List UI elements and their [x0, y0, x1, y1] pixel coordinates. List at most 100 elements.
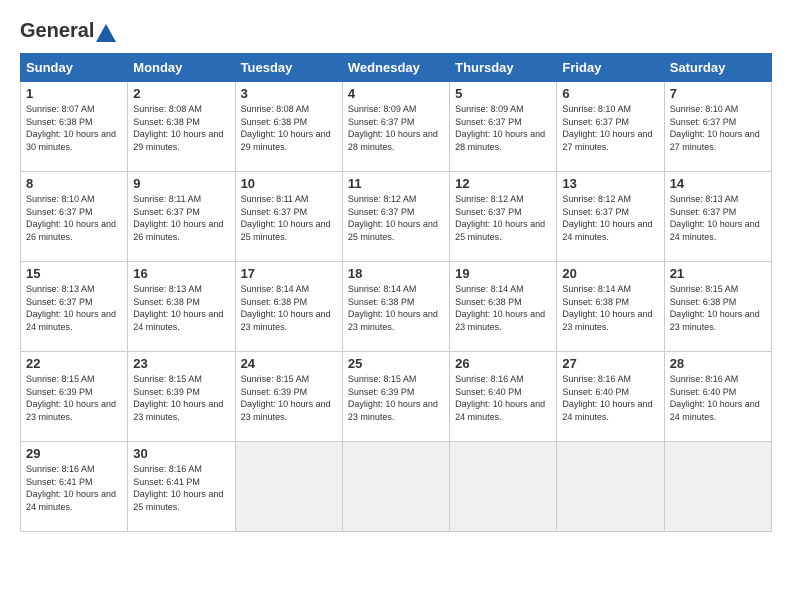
logo-general: General — [20, 20, 94, 42]
day-number: 9 — [133, 176, 229, 191]
day-number: 22 — [26, 356, 122, 371]
day-info: Sunrise: 8:15 AMSunset: 6:39 PMDaylight:… — [26, 373, 122, 423]
header: General — [20, 20, 772, 43]
day-number: 19 — [455, 266, 551, 281]
day-number: 25 — [348, 356, 444, 371]
calendar-cell — [450, 442, 557, 532]
calendar-week-2: 15 Sunrise: 8:13 AMSunset: 6:37 PMDayligh… — [21, 262, 772, 352]
calendar-cell — [664, 442, 771, 532]
day-number: 28 — [670, 356, 766, 371]
day-info: Sunrise: 8:14 AMSunset: 6:38 PMDaylight:… — [348, 283, 444, 333]
day-number: 10 — [241, 176, 337, 191]
day-info: Sunrise: 8:13 AMSunset: 6:37 PMDaylight:… — [670, 193, 766, 243]
calendar-cell: 14Sunrise: 8:13 AMSunset: 6:37 PMDayligh… — [664, 172, 771, 262]
day-number: 26 — [455, 356, 551, 371]
weekday-header-wednesday: Wednesday — [342, 54, 449, 82]
day-number: 27 — [562, 356, 658, 371]
logo-text: General — [20, 20, 116, 43]
day-number: 7 — [670, 86, 766, 101]
day-number: 17 — [241, 266, 337, 281]
day-info: Sunrise: 8:13 AMSunset: 6:38 PMDaylight:… — [133, 283, 229, 333]
calendar-cell — [342, 442, 449, 532]
calendar-cell — [557, 442, 664, 532]
day-number: 21 — [670, 266, 766, 281]
day-info: Sunrise: 8:14 AMSunset: 6:38 PMDaylight:… — [241, 283, 337, 333]
calendar-cell: 25 Sunrise: 8:15 AMSunset: 6:39 PMDayligh… — [342, 352, 449, 442]
calendar-cell: 2 Sunrise: 8:08 AMSunset: 6:38 PMDaylight… — [128, 82, 235, 172]
weekday-header-row: SundayMondayTuesdayWednesdayThursdayFrid… — [21, 54, 772, 82]
calendar-cell: 11 Sunrise: 8:12 AMSunset: 6:37 PMDayligh… — [342, 172, 449, 262]
day-info: Sunrise: 8:09 AMSunset: 6:37 PMDaylight:… — [348, 103, 444, 153]
day-number: 2 — [133, 86, 229, 101]
calendar-cell: 22 Sunrise: 8:15 AMSunset: 6:39 PMDayligh… — [21, 352, 128, 442]
day-info: Sunrise: 8:07 AMSunset: 6:38 PMDaylight:… — [26, 103, 122, 153]
day-info: Sunrise: 8:08 AMSunset: 6:38 PMDaylight:… — [133, 103, 229, 153]
day-number: 18 — [348, 266, 444, 281]
calendar-cell: 21 Sunrise: 8:15 AMSunset: 6:38 PMDayligh… — [664, 262, 771, 352]
calendar-cell: 12 Sunrise: 8:12 AMSunset: 6:37 PMDayligh… — [450, 172, 557, 262]
calendar-cell: 27 Sunrise: 8:16 AMSunset: 6:40 PMDayligh… — [557, 352, 664, 442]
calendar-week-1: 8Sunrise: 8:10 AMSunset: 6:37 PMDaylight… — [21, 172, 772, 262]
day-number: 12 — [455, 176, 551, 191]
calendar-cell: 20Sunrise: 8:14 AMSunset: 6:38 PMDayligh… — [557, 262, 664, 352]
day-info: Sunrise: 8:16 AMSunset: 6:40 PMDaylight:… — [562, 373, 658, 423]
weekday-header-tuesday: Tuesday — [235, 54, 342, 82]
day-number: 8 — [26, 176, 122, 191]
day-number: 6 — [562, 86, 658, 101]
day-info: Sunrise: 8:11 AMSunset: 6:37 PMDaylight:… — [133, 193, 229, 243]
day-info: Sunrise: 8:11 AMSunset: 6:37 PMDaylight:… — [241, 193, 337, 243]
day-number: 23 — [133, 356, 229, 371]
calendar-cell: 5 Sunrise: 8:09 AMSunset: 6:37 PMDaylight… — [450, 82, 557, 172]
weekday-header-saturday: Saturday — [664, 54, 771, 82]
day-number: 16 — [133, 266, 229, 281]
day-info: Sunrise: 8:10 AMSunset: 6:37 PMDaylight:… — [562, 103, 658, 153]
day-info: Sunrise: 8:15 AMSunset: 6:39 PMDaylight:… — [348, 373, 444, 423]
day-info: Sunrise: 8:13 AMSunset: 6:37 PMDaylight:… — [26, 283, 122, 333]
calendar-week-0: 1 Sunrise: 8:07 AMSunset: 6:38 PMDaylight… — [21, 82, 772, 172]
calendar-cell: 13 Sunrise: 8:12 AMSunset: 6:37 PMDayligh… — [557, 172, 664, 262]
calendar-cell — [235, 442, 342, 532]
day-info: Sunrise: 8:09 AMSunset: 6:37 PMDaylight:… — [455, 103, 551, 153]
day-number: 29 — [26, 446, 122, 461]
day-info: Sunrise: 8:16 AMSunset: 6:40 PMDaylight:… — [455, 373, 551, 423]
day-info: Sunrise: 8:16 AMSunset: 6:41 PMDaylight:… — [26, 463, 122, 513]
day-number: 1 — [26, 86, 122, 101]
calendar-cell: 29 Sunrise: 8:16 AMSunset: 6:41 PMDayligh… — [21, 442, 128, 532]
logo: General — [20, 20, 116, 43]
day-number: 11 — [348, 176, 444, 191]
calendar-cell: 15 Sunrise: 8:13 AMSunset: 6:37 PMDayligh… — [21, 262, 128, 352]
calendar-cell: 1 Sunrise: 8:07 AMSunset: 6:38 PMDaylight… — [21, 82, 128, 172]
calendar-cell: 23 Sunrise: 8:15 AMSunset: 6:39 PMDayligh… — [128, 352, 235, 442]
calendar-cell: 10 Sunrise: 8:11 AMSunset: 6:37 PMDayligh… — [235, 172, 342, 262]
day-info: Sunrise: 8:12 AMSunset: 6:37 PMDaylight:… — [455, 193, 551, 243]
calendar-cell: 24Sunrise: 8:15 AMSunset: 6:39 PMDayligh… — [235, 352, 342, 442]
calendar-cell: 19Sunrise: 8:14 AMSunset: 6:38 PMDayligh… — [450, 262, 557, 352]
weekday-header-friday: Friday — [557, 54, 664, 82]
day-number: 30 — [133, 446, 229, 461]
day-info: Sunrise: 8:08 AMSunset: 6:38 PMDaylight:… — [241, 103, 337, 153]
day-info: Sunrise: 8:12 AMSunset: 6:37 PMDaylight:… — [348, 193, 444, 243]
calendar-cell: 4Sunrise: 8:09 AMSunset: 6:37 PMDaylight… — [342, 82, 449, 172]
logo-icon — [96, 24, 116, 42]
weekday-header-sunday: Sunday — [21, 54, 128, 82]
day-info: Sunrise: 8:15 AMSunset: 6:38 PMDaylight:… — [670, 283, 766, 333]
calendar-cell: 18 Sunrise: 8:14 AMSunset: 6:38 PMDayligh… — [342, 262, 449, 352]
calendar-cell: 17 Sunrise: 8:14 AMSunset: 6:38 PMDayligh… — [235, 262, 342, 352]
calendar-cell: 16 Sunrise: 8:13 AMSunset: 6:38 PMDayligh… — [128, 262, 235, 352]
calendar-cell: 6 Sunrise: 8:10 AMSunset: 6:37 PMDaylight… — [557, 82, 664, 172]
calendar-cell: 8Sunrise: 8:10 AMSunset: 6:37 PMDaylight… — [21, 172, 128, 262]
calendar-week-3: 22 Sunrise: 8:15 AMSunset: 6:39 PMDayligh… — [21, 352, 772, 442]
day-info: Sunrise: 8:16 AMSunset: 6:41 PMDaylight:… — [133, 463, 229, 513]
calendar-cell: 28Sunrise: 8:16 AMSunset: 6:40 PMDayligh… — [664, 352, 771, 442]
day-number: 20 — [562, 266, 658, 281]
calendar-week-4: 29 Sunrise: 8:16 AMSunset: 6:41 PMDayligh… — [21, 442, 772, 532]
calendar-cell: 3 Sunrise: 8:08 AMSunset: 6:38 PMDaylight… — [235, 82, 342, 172]
day-number: 13 — [562, 176, 658, 191]
day-number: 24 — [241, 356, 337, 371]
calendar-cell: 9 Sunrise: 8:11 AMSunset: 6:37 PMDaylight… — [128, 172, 235, 262]
day-number: 5 — [455, 86, 551, 101]
day-info: Sunrise: 8:12 AMSunset: 6:37 PMDaylight:… — [562, 193, 658, 243]
day-info: Sunrise: 8:15 AMSunset: 6:39 PMDaylight:… — [133, 373, 229, 423]
day-number: 15 — [26, 266, 122, 281]
day-number: 3 — [241, 86, 337, 101]
